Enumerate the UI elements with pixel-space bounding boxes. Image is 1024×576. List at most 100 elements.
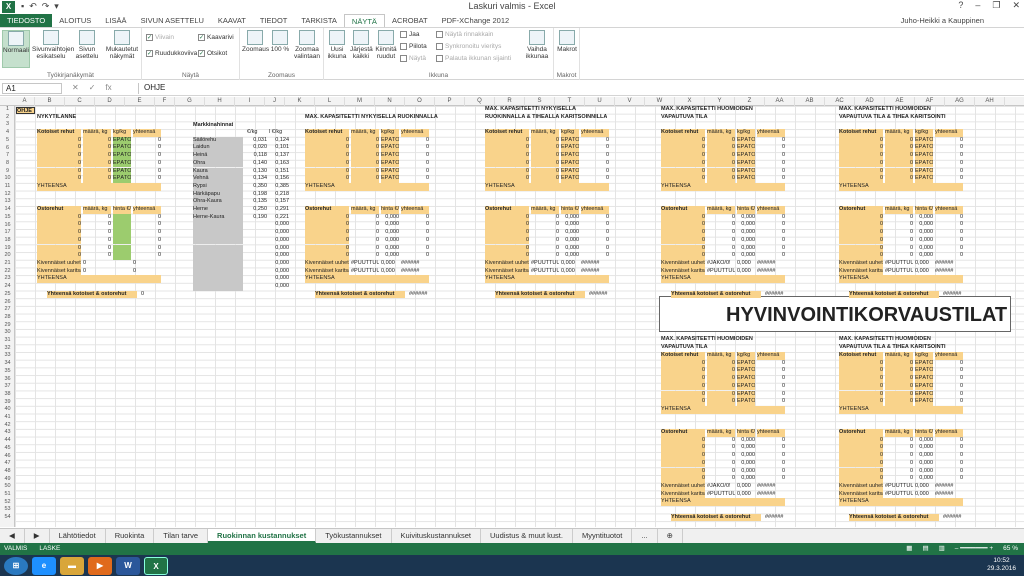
row-header[interactable]: 8 [0,160,15,168]
value-cell[interactable]: 0 [839,167,883,176]
value-cell[interactable]: 0,000 [737,268,755,276]
value-cell[interactable]: 0,000 [915,268,933,276]
sheet-nav-next-icon[interactable]: ▶ [25,529,50,543]
total-cell[interactable]: ###### [757,268,785,276]
value-cell[interactable]: 0 [133,237,161,245]
header-yhteensa[interactable]: yhteensä [935,206,963,214]
price-cell[interactable]: 0,000 [737,245,755,253]
formula-bar-checkbox[interactable]: ✓ Kaavarivi [198,34,234,41]
market-value[interactable]: 0,350 [247,183,267,191]
row-header[interactable]: 29 [0,322,15,330]
row-header[interactable]: 3 [0,121,15,129]
row-header[interactable]: 46 [0,453,15,461]
grand-total-label[interactable]: Yhteensä kotoiset & ostorehut [849,290,939,299]
value-cell[interactable]: 0 [885,452,913,460]
value-cell[interactable]: 0 [707,237,735,245]
column-header[interactable]: C [65,97,95,106]
epatosi-cell[interactable]: EPÄTOSI [113,159,131,168]
value-cell[interactable]: 0 [531,237,559,245]
row-header[interactable]: 2 [0,114,15,122]
value-cell[interactable]: 0 [661,213,705,222]
value-cell[interactable]: 0 [305,244,349,253]
epatosi-cell[interactable]: EPÄTOSI [381,159,399,168]
row-header[interactable]: 5 [0,137,15,145]
epatosi-cell[interactable]: EPÄTOSI [113,167,131,176]
market-value[interactable]: 0,291 [269,206,289,214]
sheet-tab-tyokustannukset[interactable]: Työkustannukset [316,529,392,543]
value-cell[interactable]: 0 [839,244,883,253]
value-cell[interactable]: 0 [661,382,705,391]
header-yhteensa[interactable]: yhteensä [133,206,161,214]
value-cell[interactable]: 0 [885,359,913,368]
value-cell[interactable]: 0 [757,475,785,483]
market-value[interactable]: 0,163 [269,160,289,168]
market-value[interactable]: 0,000 [269,260,289,268]
header-maara[interactable]: määrä, kg [885,352,913,360]
value-cell[interactable]: 0 [839,459,883,468]
value-cell[interactable]: 0 [401,144,429,152]
name-box[interactable]: A1 [2,83,62,94]
epatosi-cell[interactable]: EPÄTOSI [381,144,399,153]
value-cell[interactable]: 0 [707,375,735,383]
grand-total-value[interactable]: ###### [765,514,785,522]
sheet-tab-kuivituskustannukset[interactable]: Kuivituskustannukset [392,529,481,543]
value-cell[interactable]: 0 [401,229,429,237]
price-cell[interactable]: 0,000 [915,221,933,229]
grand-total-value[interactable]: 0 [141,291,161,299]
header-yhteensa[interactable]: yhteensä [757,429,785,437]
value-cell[interactable]: 0 [351,159,379,168]
row-header[interactable]: 16 [0,222,15,230]
market-value[interactable]: 0,020 [247,144,267,152]
value-cell[interactable]: 0 [305,213,349,222]
value-cell[interactable]: 0 [935,367,963,375]
market-value[interactable]: 0,190 [247,214,267,222]
value-cell[interactable]: 0 [485,175,529,183]
total-cell[interactable]: ###### [401,260,429,268]
price-cell[interactable]: 0,000 [915,237,933,245]
total-cell[interactable]: ###### [757,483,785,491]
error-cell[interactable]: #PUUTTUU! [531,268,559,276]
value-cell[interactable]: 0 [885,437,913,445]
header-hinta[interactable]: hinta €/kg [915,429,933,437]
media-player-icon[interactable]: ▶ [88,556,112,575]
market-name[interactable]: Rypsi [193,182,243,191]
page-layout-button[interactable]: Sivun asettelu [72,30,102,68]
value-cell[interactable]: 0 [707,382,735,391]
row-header[interactable]: 7 [0,152,15,160]
value-cell[interactable]: 0 [757,252,785,260]
value-cell[interactable]: 0 [133,144,161,152]
header-maara[interactable]: määrä, kg [885,129,913,137]
price-cell[interactable]: 0,000 [561,214,579,222]
value-cell[interactable]: 0 [757,391,785,399]
column-header[interactable]: AB [795,97,825,106]
header-ostorehut[interactable]: Ostorehut [305,206,349,214]
value-cell[interactable]: 0 [707,460,735,468]
error-cell[interactable]: #PUUTTUU! [351,260,379,268]
value-cell[interactable]: 0 [351,237,379,245]
price-cell[interactable]: 0,000 [915,437,933,445]
sheet-tab-ruokinta[interactable]: Ruokinta [106,529,155,543]
value-cell[interactable]: 0 [133,137,161,145]
value-cell[interactable]: 0 [661,467,705,476]
kivennaiset-karitsat[interactable]: Kivennäiset karitsa [485,267,529,276]
total-cell[interactable]: ###### [935,483,963,491]
market-value[interactable]: 0,385 [269,183,289,191]
freeze-panes-button[interactable]: Kiinnitä ruudut [374,30,398,68]
row-header[interactable]: 18 [0,237,15,245]
sheet-tab-ruokinnan-kustannukset[interactable]: Ruokinnan kustannukset [208,529,317,543]
header-hinta[interactable]: hinta €/kg [113,206,131,214]
row-header[interactable]: 40 [0,406,15,414]
yhteensa-row[interactable]: YHTEENSÄ [839,275,963,283]
value-cell[interactable]: 0 [37,175,81,183]
price-cell[interactable]: 0,000 [737,468,755,476]
epatosi-cell[interactable]: EPÄTOSI [381,136,399,145]
value-cell[interactable]: 0 [935,360,963,368]
header-ostorehut[interactable]: Ostorehut [485,206,529,214]
price-cell[interactable]: 0,000 [737,475,755,483]
value-cell[interactable]: 0 [133,252,161,260]
zoom-to-selection-button[interactable]: Zoomaa valintaan [292,30,322,68]
header-maara[interactable]: määrä, kg [531,206,559,214]
epatosi-cell[interactable]: EPÄTOSI [381,152,399,160]
kivennaiset-karitsat[interactable]: Kivennäiset karitsa [37,267,81,276]
market-value[interactable]: 0,000 [269,252,289,260]
